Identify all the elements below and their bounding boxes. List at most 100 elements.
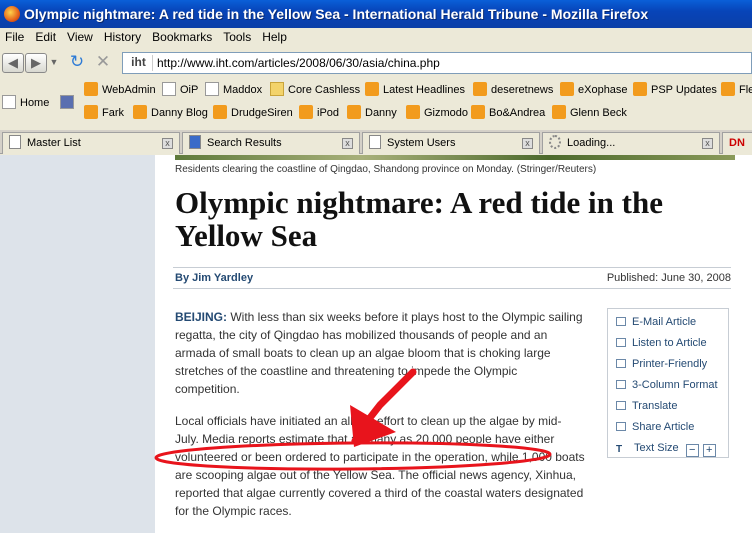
reload-button[interactable]: ↻ — [66, 53, 88, 73]
text-size-decrease-button[interactable]: − — [685, 444, 699, 457]
tab-dn[interactable]: DN — [722, 132, 752, 154]
rss-icon — [299, 105, 313, 119]
url-input[interactable]: http://www.iht.com/articles/2008/06/30/a… — [157, 56, 440, 70]
bookmark-oip[interactable]: OiP — [162, 80, 198, 100]
bookmarks-toolbar: WebAdmin OiP Maddox Core Cashless Latest… — [0, 78, 752, 124]
listen-article-link[interactable]: Listen to Article — [616, 337, 707, 349]
bookmark-latest-headlines[interactable]: Latest Headlines — [365, 80, 465, 100]
chevron-down-icon: ▼ — [49, 57, 59, 67]
rss-icon — [213, 105, 227, 119]
stop-icon: ✕ — [95, 52, 111, 71]
bookmark-glenn-beck[interactable]: Glenn Beck — [552, 103, 627, 123]
bookmark-webadmin[interactable]: WebAdmin — [84, 80, 156, 100]
published-date: Published: June 30, 2008 — [606, 272, 731, 284]
share-article-link[interactable]: Share Article — [616, 421, 694, 433]
columns-icon — [616, 380, 626, 389]
folder-icon — [270, 82, 284, 96]
page-icon — [9, 135, 21, 149]
close-icon[interactable]: x — [702, 138, 713, 149]
bookmark-psp-updates[interactable]: PSP Updates — [633, 80, 717, 100]
star-icon — [60, 95, 74, 109]
rss-icon — [84, 105, 98, 119]
bookmark-fle[interactable]: Fle — [721, 80, 752, 100]
menu-bar: File Edit View History Bookmarks Tools Help — [0, 28, 752, 48]
dateline: BEIJING: — [175, 310, 228, 324]
menu-history[interactable]: History — [99, 28, 147, 44]
three-column-link[interactable]: 3-Column Format — [616, 379, 718, 391]
bookmark-bo-andrea[interactable]: Bo&Andrea — [471, 103, 545, 123]
rss-icon — [406, 105, 420, 119]
article-tools-box: E-Mail Article Listen to Article Printer… — [607, 308, 729, 458]
bookmark-drudgesiren[interactable]: DrudgeSiren — [213, 103, 293, 123]
bookmark-core-cashless[interactable]: Core Cashless — [270, 80, 360, 100]
bookmark-fark[interactable]: Fark — [84, 103, 124, 123]
bookmark-maddox[interactable]: Maddox — [205, 80, 262, 100]
forward-arrow-icon: ▶ — [31, 55, 41, 70]
tab-loading[interactable]: Loading... x — [542, 132, 720, 154]
printer-friendly-link[interactable]: Printer-Friendly — [616, 358, 707, 370]
back-arrow-icon: ◀ — [8, 55, 18, 70]
site-identity-icon[interactable]: iht — [125, 55, 153, 71]
title-bar[interactable]: Olympic nightmare: A red tide in the Yel… — [0, 0, 752, 28]
bookmark-favicon — [84, 82, 98, 96]
bookmark-danny-blog[interactable]: Danny Blog — [133, 103, 208, 123]
share-icon — [616, 422, 626, 431]
firefox-icon — [4, 6, 20, 22]
menu-bookmarks[interactable]: Bookmarks — [147, 28, 218, 44]
close-icon[interactable]: x — [162, 138, 173, 149]
menu-edit[interactable]: Edit — [30, 28, 62, 44]
home-icon — [2, 95, 16, 109]
window-title: Olympic nightmare: A red tide in the Yel… — [24, 6, 649, 22]
paragraph: BEIJING: With less than six weeks before… — [175, 310, 583, 396]
bookmark-home[interactable]: Home — [2, 93, 49, 113]
menu-file[interactable]: File — [0, 28, 30, 44]
navigation-toolbar: ◀ ▶ ▼ ↻ ✕ iht http://www.iht.com/article… — [0, 48, 752, 78]
article-photo — [175, 155, 735, 160]
rss-icon — [560, 82, 574, 96]
forward-button[interactable]: ▶ — [25, 53, 47, 73]
close-icon[interactable]: x — [342, 138, 353, 149]
bookmark-exophase[interactable]: eXophase — [560, 80, 628, 100]
loading-spinner-icon — [549, 135, 561, 149]
tab-search-results[interactable]: Search Results x — [182, 132, 360, 154]
article-body: BEIJING: With less than six weeks before… — [175, 308, 585, 533]
rss-icon — [633, 82, 647, 96]
back-button[interactable]: ◀ — [2, 53, 24, 73]
menu-help[interactable]: Help — [257, 28, 293, 44]
stop-button[interactable]: ✕ — [92, 53, 114, 73]
bookmark-deseretnews[interactable]: deseretnews — [473, 80, 553, 100]
author-link[interactable]: By Jim Yardley — [175, 272, 253, 284]
browser-window: Olympic nightmare: A red tide in the Yel… — [0, 0, 752, 533]
article-headline: Olympic nightmare: A red tide in the Yel… — [175, 185, 663, 253]
rss-icon — [133, 105, 147, 119]
bookmark-gizmodo[interactable]: Gizmodo — [406, 103, 468, 123]
article-container: Residents clearing the coastline of Qing… — [155, 155, 752, 533]
text-size-control: T Text Size − + — [616, 442, 716, 457]
menu-tools[interactable]: Tools — [218, 28, 257, 44]
bookmark-danny[interactable]: Danny — [347, 103, 397, 123]
page-icon — [369, 135, 381, 149]
rss-icon — [552, 105, 566, 119]
tab-master-list[interactable]: Master List x — [2, 132, 180, 154]
text-size-increase-button[interactable]: + — [702, 444, 716, 457]
text-size-icon: T — [616, 444, 623, 455]
speaker-icon — [616, 338, 626, 347]
rss-icon — [721, 82, 735, 96]
tab-bar: Master List x Search Results x System User… — [0, 130, 752, 154]
reload-icon: ↻ — [69, 52, 85, 71]
translate-link[interactable]: Translate — [616, 400, 677, 412]
menu-view[interactable]: View — [62, 28, 99, 44]
bookmark-favicon — [205, 82, 219, 96]
email-article-link[interactable]: E-Mail Article — [616, 316, 696, 328]
translate-icon — [616, 401, 626, 410]
bookmark-ipod[interactable]: iPod — [299, 103, 339, 123]
rss-icon — [473, 82, 487, 96]
byline-bar: By Jim Yardley Published: June 30, 2008 — [173, 267, 731, 289]
paragraph: Local officials have initiated an all-ou… — [175, 414, 585, 518]
url-bar[interactable]: iht http://www.iht.com/articles/2008/06/… — [122, 52, 752, 74]
bookmark-sidebar-toggle[interactable] — [60, 93, 78, 113]
close-icon[interactable]: x — [522, 138, 533, 149]
tab-system-users[interactable]: System Users x — [362, 132, 540, 154]
history-dropdown-button[interactable]: ▼ — [48, 53, 60, 73]
rss-icon — [471, 105, 485, 119]
